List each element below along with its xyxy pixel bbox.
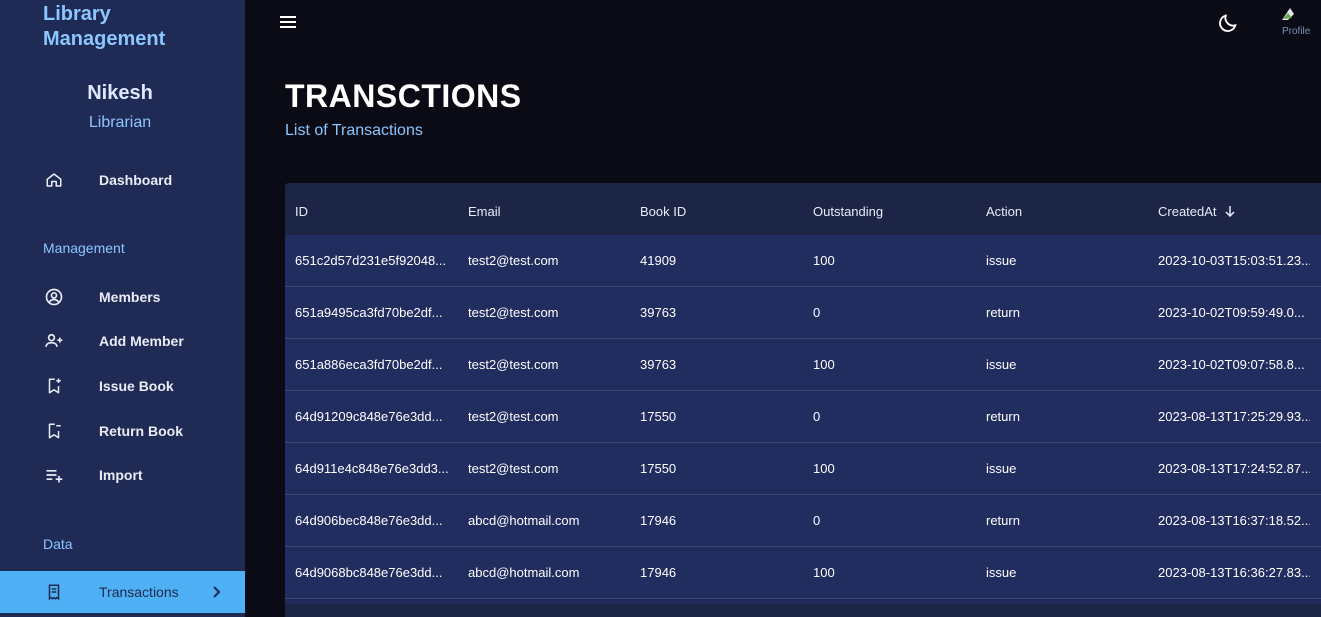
- cell-action: return: [986, 305, 1020, 320]
- cell-email: test2@test.com: [468, 253, 559, 268]
- user-circle-icon: [44, 287, 64, 307]
- chevron-right-icon: [211, 585, 223, 599]
- cell-action: issue: [986, 253, 1017, 268]
- cell-outstanding: 100: [813, 253, 835, 268]
- cell-createdat: 2023-08-13T16:37:18.52...: [1158, 513, 1310, 528]
- sidebar-item-label: Members: [99, 289, 161, 305]
- cell-book-id: 17550: [640, 461, 677, 476]
- cell-id: 64d911e4c848e76e3dd3...: [295, 461, 449, 476]
- cell-createdat: 2023-08-13T17:24:52.87...: [1158, 461, 1310, 476]
- column-header-book-id[interactable]: Book ID: [640, 183, 800, 239]
- app-brand: Library Management: [43, 3, 166, 50]
- person-add-icon: [44, 331, 64, 351]
- cell-id: 64d91209c848e76e3dd...: [295, 409, 443, 424]
- cell-createdat: 2023-08-13T17:25:29.93...: [1158, 409, 1310, 424]
- cell-createdat: 2023-10-03T15:03:51.23...: [1158, 253, 1310, 268]
- cell-book-id: 39763: [640, 357, 677, 372]
- table-row[interactable]: 64d911e4c848e76e3dd3... test2@test.com 175…: [285, 443, 1321, 495]
- cell-id: 64d9068bc848e76e3dd...: [295, 565, 443, 580]
- column-header-id[interactable]: ID: [295, 183, 455, 239]
- cell-id: 64d906bec848e76e3dd...: [295, 513, 443, 528]
- table-row[interactable]: 651a9495ca3fd70be2df... test2@test.com 397…: [285, 287, 1321, 339]
- sidebar-item-issue-book[interactable]: Issue Book: [0, 366, 245, 406]
- table-row[interactable]: 651c2d57d231e5f92048... test2@test.com 419…: [285, 235, 1321, 287]
- cell-book-id: 39763: [640, 305, 677, 320]
- sidebar-item-label: Issue Book: [99, 378, 174, 394]
- cell-book-id: 41909: [640, 253, 677, 268]
- playlist-add-icon: [44, 465, 64, 485]
- table-row[interactable]: 651a886eca3fd70be2df... test2@test.com 397…: [285, 339, 1321, 391]
- sidebar-item-return-book[interactable]: Return Book: [0, 411, 245, 451]
- cell-outstanding: 100: [813, 461, 835, 476]
- cell-email: test2@test.com: [468, 305, 559, 320]
- transactions-table: ID Email Book ID Outstanding Action Crea…: [285, 183, 1321, 617]
- sidebar-item-label: Transactions: [99, 584, 179, 600]
- cell-book-id: 17550: [640, 409, 677, 424]
- column-header-action[interactable]: Action: [986, 183, 1146, 239]
- cell-id: 651a9495ca3fd70be2df...: [295, 305, 443, 320]
- cell-action: issue: [986, 461, 1017, 476]
- cell-action: return: [986, 513, 1020, 528]
- column-header-label: CreatedAt: [1158, 203, 1217, 219]
- cell-outstanding: 0: [813, 513, 821, 528]
- column-header-outstanding[interactable]: Outstanding: [813, 183, 973, 239]
- app-root: Library Management Nikesh Librarian Dash…: [0, 0, 1321, 617]
- cell-action: issue: [986, 565, 1017, 580]
- avatar-alt-text: Profile: [1282, 26, 1310, 37]
- sidebar: Library Management Nikesh Librarian Dash…: [0, 0, 245, 617]
- cell-outstanding: 0: [813, 305, 821, 320]
- sidebar-item-members[interactable]: Members: [0, 277, 245, 317]
- cell-book-id: 17946: [640, 513, 677, 528]
- sidebar-item-label: Add Member: [99, 333, 184, 349]
- sidebar-item-add-member[interactable]: Add Member: [0, 321, 245, 361]
- sidebar-item-transactions[interactable]: Transactions: [0, 571, 245, 613]
- column-header-createdat[interactable]: CreatedAt: [1158, 183, 1310, 239]
- broken-image-icon: [1280, 8, 1296, 26]
- cell-book-id: 17946: [640, 565, 677, 580]
- page-subtitle: List of Transactions: [285, 122, 423, 139]
- home-icon: [44, 170, 64, 190]
- sidebar-item-dashboard[interactable]: Dashboard: [0, 160, 245, 200]
- profile-role: Librarian: [88, 114, 152, 131]
- cell-action: issue: [986, 357, 1017, 372]
- table-row[interactable]: 64d9068bc848e76e3dd... abcd@hotmail.com 17…: [285, 547, 1321, 599]
- cell-email: test2@test.com: [468, 357, 559, 372]
- table-row[interactable]: 64d91209c848e76e3dd... test2@test.com 1755…: [285, 391, 1321, 443]
- cell-email: abcd@hotmail.com: [468, 513, 580, 528]
- page-title: TRANSCTIONS: [285, 78, 522, 114]
- table-footer: [285, 604, 1321, 617]
- menu-toggle-button[interactable]: [279, 13, 297, 31]
- bookmark-add-icon: [44, 376, 64, 396]
- sidebar-item-label: Return Book: [99, 423, 183, 439]
- receipt-icon: [44, 582, 64, 602]
- table-row[interactable]: 64d906bec848e76e3dd... abcd@hotmail.com 17…: [285, 495, 1321, 547]
- cell-createdat: 2023-08-13T16:36:27.83...: [1158, 565, 1310, 580]
- cell-outstanding: 100: [813, 357, 835, 372]
- section-label-data: Data: [43, 536, 73, 552]
- profile-name: Nikesh: [87, 82, 153, 104]
- cell-id: 651a886eca3fd70be2df...: [295, 357, 443, 372]
- bookmark-remove-icon: [44, 421, 64, 441]
- user-avatar[interactable]: Profile: [1280, 6, 1310, 40]
- cell-createdat: 2023-10-02T09:59:49.0...: [1158, 305, 1305, 320]
- cell-email: test2@test.com: [468, 461, 559, 476]
- cell-action: return: [986, 409, 1020, 424]
- sidebar-item-label: Dashboard: [99, 172, 173, 188]
- sidebar-item-label: Import: [99, 467, 143, 483]
- hamburger-icon: [279, 16, 297, 35]
- cell-outstanding: 0: [813, 409, 821, 424]
- section-label-management: Management: [43, 240, 125, 256]
- cell-createdat: 2023-10-02T09:07:58.8...: [1158, 357, 1305, 372]
- moon-icon: [1217, 14, 1239, 38]
- table-header: ID Email Book ID Outstanding Action Crea…: [285, 183, 1321, 239]
- sidebar-item-import[interactable]: Import: [0, 455, 245, 495]
- cell-id: 651c2d57d231e5f92048...: [295, 253, 447, 268]
- cell-email: test2@test.com: [468, 409, 559, 424]
- theme-toggle-button[interactable]: [1217, 12, 1239, 34]
- column-header-email[interactable]: Email: [468, 183, 628, 239]
- cell-email: abcd@hotmail.com: [468, 565, 580, 580]
- cell-outstanding: 100: [813, 565, 835, 580]
- sort-descending-icon[interactable]: [1224, 205, 1236, 218]
